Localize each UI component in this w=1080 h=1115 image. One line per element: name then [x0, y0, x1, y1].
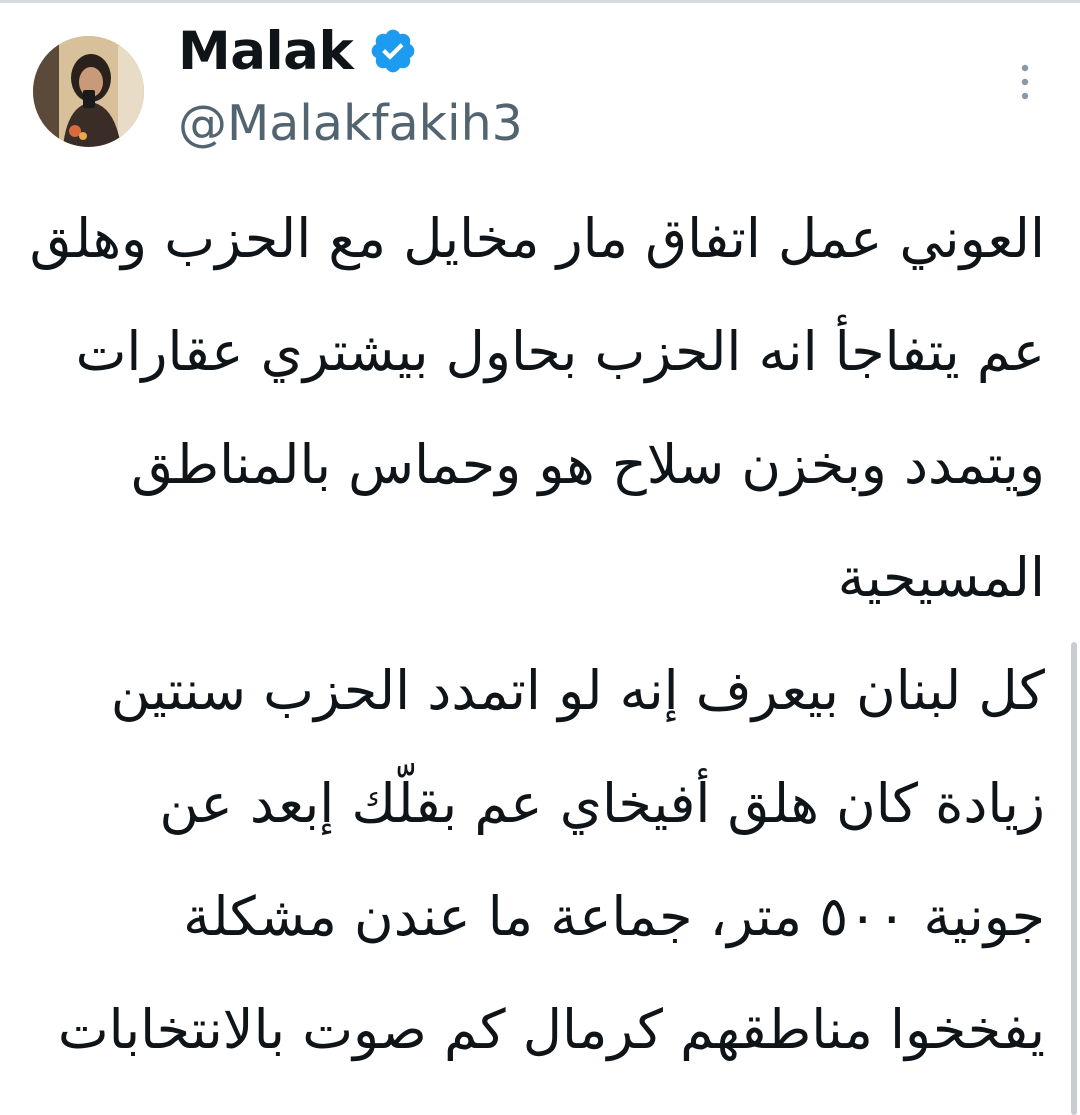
more-vertical-icon[interactable] — [1014, 62, 1036, 102]
tweet-line: زيادة كان هلق أفيخاي عم بقلّك إبعد عن — [159, 772, 1045, 835]
tweet-line: كل لبنان بيعرف إنه لو اتمدد الحزب سنتين — [110, 659, 1045, 722]
avatar[interactable] — [33, 36, 144, 147]
tweet-text: العوني عمل اتفاق مار مخايل مع الحزب وهلق… — [30, 180, 1045, 1110]
tweet-line: جونية ٥٠٠ متر، جماعة ما عندن مشكلة — [183, 885, 1045, 948]
author-handle[interactable]: @Malakfakih3 — [178, 92, 523, 156]
tweet-line: المسيحية — [837, 546, 1045, 609]
scrollbar[interactable] — [1071, 642, 1077, 1115]
top-divider — [0, 0, 1080, 3]
verified-badge-icon — [371, 29, 415, 73]
tweet-line: ويتمدد وبخزن سلاح هو وحماس بالمناطق — [131, 433, 1045, 496]
tweet-line: العوني عمل اتفاق مار مخايل مع الحزب وهلق — [29, 207, 1045, 270]
tweet-line: يفخخوا مناطقهم كرمال كم صوت بالانتخابات — [57, 998, 1045, 1061]
author-name[interactable]: Malak — [178, 20, 354, 84]
profile-photo-avatar — [33, 36, 144, 147]
tweet-line: عم يتفاجأ انه الحزب بحاول بيشتري عقارات — [75, 320, 1045, 383]
